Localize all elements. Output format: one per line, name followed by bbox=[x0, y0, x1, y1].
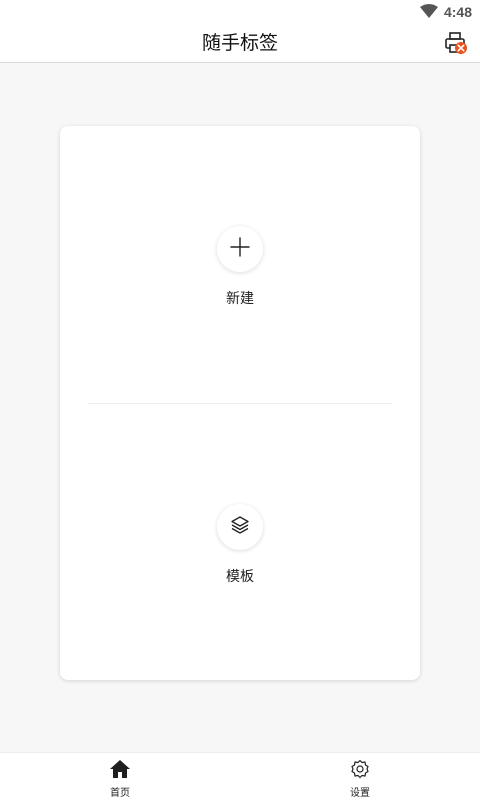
printer-button[interactable] bbox=[444, 31, 468, 55]
wifi-icon bbox=[419, 3, 438, 21]
new-label-button[interactable]: 新建 bbox=[60, 226, 420, 308]
plus-icon bbox=[230, 237, 250, 261]
home-icon bbox=[109, 759, 131, 783]
new-label: 新建 bbox=[226, 291, 254, 307]
template-button[interactable]: 模板 bbox=[60, 504, 420, 586]
nav-item-settings[interactable]: 设置 bbox=[330, 759, 390, 799]
status-bar: 4:48 bbox=[0, 0, 480, 24]
template-label: 模板 bbox=[226, 569, 254, 585]
new-circle[interactable] bbox=[217, 226, 263, 272]
page-title: 随手标签 bbox=[201, 32, 278, 54]
status-indicators: 4:48 bbox=[419, 3, 472, 21]
status-time: 4:48 bbox=[443, 4, 472, 20]
app-bar: 随手标签 bbox=[0, 24, 480, 63]
card-divider bbox=[88, 403, 392, 404]
template-circle[interactable] bbox=[217, 504, 263, 550]
main-card: 新建 模板 bbox=[60, 126, 420, 680]
bottom-nav: 首页 设置 bbox=[0, 752, 480, 801]
layers-icon bbox=[230, 515, 250, 539]
printer-disconnected-icon bbox=[444, 32, 468, 59]
nav-label-home: 首页 bbox=[110, 788, 130, 799]
nav-item-home[interactable]: 首页 bbox=[90, 759, 150, 799]
nav-label-settings: 设置 bbox=[350, 788, 370, 799]
gear-icon bbox=[349, 759, 371, 783]
